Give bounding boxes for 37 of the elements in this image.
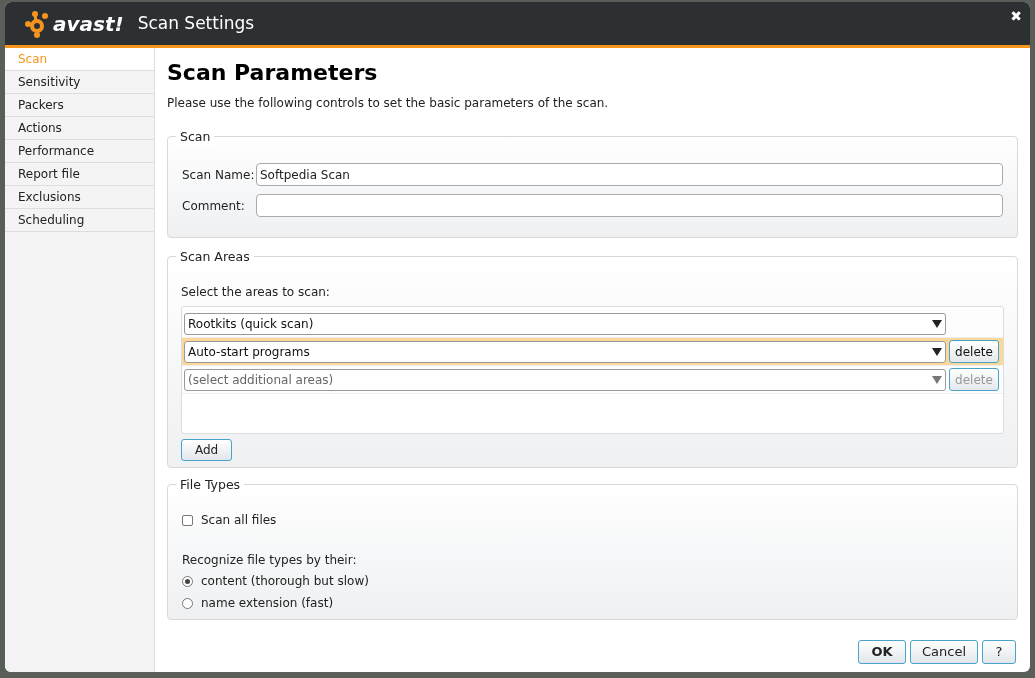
logo-icon (23, 9, 51, 38)
field-label: Comment: (182, 197, 246, 215)
recognize-label: Recognize file types by their: (182, 552, 358, 569)
checkbox-label: Scan all files (201, 512, 277, 529)
radio-label: content (thorough but slow) (201, 573, 369, 590)
group-legend: File Types (176, 476, 245, 495)
window-title: Scan Settings (137, 11, 255, 35)
area-dropdown[interactable]: Rootkits (quick scan) (184, 312, 946, 335)
caret-icon (932, 375, 942, 384)
sidebar-item[interactable]: Sensitivity (5, 71, 154, 94)
page-heading: Scan Parameters (167, 60, 379, 86)
sidebar-item[interactable]: Actions (5, 117, 154, 140)
caret-icon (932, 347, 942, 356)
area-dropdown[interactable]: Auto-start programs (184, 340, 946, 363)
add-button[interactable]: Add (181, 439, 233, 461)
sidebar-item[interactable]: Exclusions (5, 186, 154, 209)
sidebar-item[interactable]: Report file (5, 163, 154, 186)
radio-button[interactable] (182, 597, 193, 609)
prompt-text: Select the areas to scan: (181, 284, 331, 301)
text-field[interactable] (256, 194, 1003, 217)
dialog-button[interactable]: OK (858, 640, 906, 664)
delete-button[interactable]: delete (949, 340, 999, 363)
close-button[interactable]: ✖ (1010, 6, 1022, 27)
dialog-button[interactable]: Cancel (910, 640, 978, 664)
description-text: Please use the following controls to set the basic parameters of the scan. (167, 95, 610, 112)
sidebar-item[interactable]: Scheduling (5, 209, 154, 232)
logo-text: avast! (53, 10, 124, 38)
text-field[interactable]: Softpedia Scan (256, 163, 1003, 186)
sidebar-item[interactable]: Performance (5, 140, 154, 163)
dialog-button[interactable]: ? (982, 640, 1016, 664)
caret-icon (932, 319, 942, 328)
checkbox[interactable] (182, 514, 193, 526)
sidebar-item[interactable]: Packers (5, 94, 154, 117)
field-label: Scan Name: (182, 166, 256, 184)
radio-label: name extension (fast) (201, 595, 334, 612)
area-dropdown[interactable]: (select additional areas) (184, 368, 946, 391)
radio-button[interactable] (182, 575, 193, 587)
